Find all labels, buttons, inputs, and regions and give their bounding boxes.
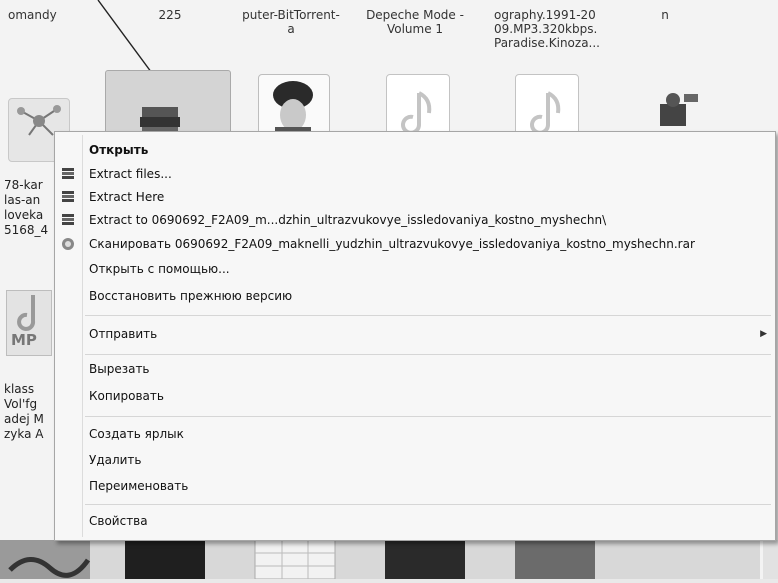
menu-item-extract-here[interactable]: Extract Here bbox=[89, 186, 164, 208]
winrar-archive-icon bbox=[60, 166, 76, 182]
menu-item-delete[interactable]: Удалить bbox=[89, 449, 142, 471]
menu-item-extract-to[interactable]: Extract to 0690692_F2A09_m...dzhin_ultra… bbox=[89, 209, 606, 231]
file-name-fragment[interactable]: klass Vol'fg adej M zyka A bbox=[4, 382, 44, 442]
chevron-right-icon: ▶ bbox=[760, 329, 767, 339]
thumbnail-row bbox=[0, 539, 760, 580]
winrar-archive-icon bbox=[60, 189, 76, 205]
menu-item-scan[interactable]: Сканировать 0690692_F2A09_maknelli_yudzh… bbox=[89, 233, 695, 255]
menu-item-create-shortcut[interactable]: Создать ярлык bbox=[89, 423, 184, 445]
context-menu: Открыть Extract files... Extract Here Ex… bbox=[54, 131, 776, 541]
menu-item-rename[interactable]: Переименовать bbox=[89, 475, 188, 497]
menu-item-copy[interactable]: Копировать bbox=[89, 385, 164, 407]
file-type-label: MP bbox=[11, 331, 37, 349]
mp3-file-icon[interactable]: MP bbox=[6, 290, 52, 356]
menu-item-open-with[interactable]: Открыть с помощью... bbox=[89, 258, 230, 280]
menu-item-properties[interactable]: Свойства bbox=[89, 510, 148, 532]
menu-item-restore-previous-version[interactable]: Восстановить прежнюю версию bbox=[89, 285, 292, 307]
menu-gutter bbox=[82, 135, 83, 537]
menu-separator bbox=[85, 315, 771, 316]
winrar-archive-icon bbox=[60, 212, 76, 228]
menu-separator bbox=[85, 416, 771, 417]
menu-separator bbox=[85, 354, 771, 355]
file-name-fragment[interactable]: 78-kar las-an loveka 5168_4 bbox=[4, 178, 48, 238]
menu-item-send-to[interactable]: Отправить bbox=[89, 323, 769, 345]
menu-item-cut[interactable]: Вырезать bbox=[89, 358, 150, 380]
menu-item-extract-files[interactable]: Extract files... bbox=[89, 163, 172, 185]
antivirus-scan-icon bbox=[60, 236, 76, 252]
menu-separator bbox=[85, 504, 771, 505]
scrollbar[interactable] bbox=[763, 540, 778, 579]
menu-item-open[interactable]: Открыть bbox=[89, 139, 148, 161]
